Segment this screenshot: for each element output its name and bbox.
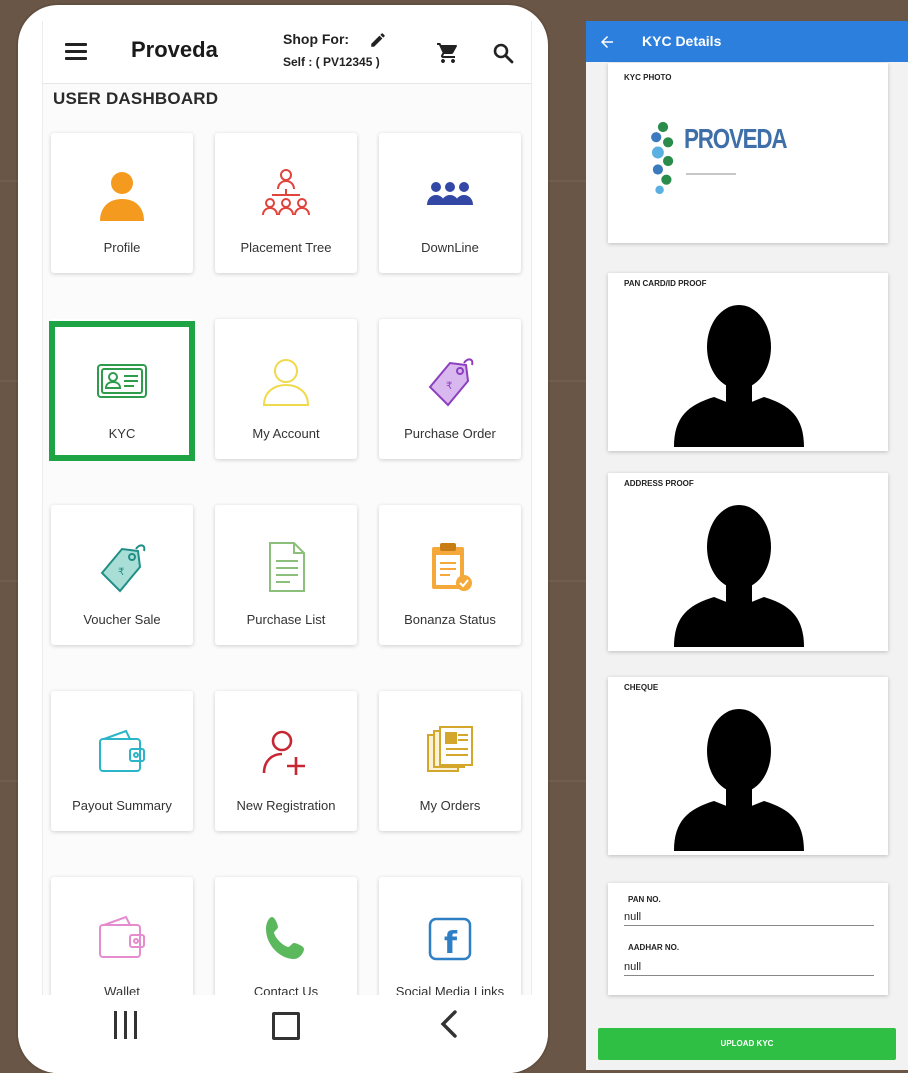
- phone-icon: [266, 917, 304, 959]
- shop-for-user[interactable]: Self : ( PV12345 ): [283, 55, 380, 69]
- hamburger-menu-icon[interactable]: [65, 43, 87, 60]
- placeholder-person-icon: [674, 305, 804, 447]
- tile-bonanza-status[interactable]: Bonanza Status: [379, 505, 521, 645]
- tile-kyc[interactable]: KYC: [51, 319, 193, 459]
- tile-placement-tree[interactable]: Placement Tree: [215, 133, 357, 273]
- tile-downline[interactable]: DownLine: [379, 133, 521, 273]
- tile-profile[interactable]: Profile: [51, 133, 193, 273]
- tile-payout-summary[interactable]: Payout Summary: [51, 691, 193, 831]
- tile-voucher-sale[interactable]: ₹ Voucher Sale: [51, 505, 193, 645]
- kyc-photo-label[interactable]: KYC PHOTO: [624, 73, 671, 82]
- address-proof-card[interactable]: ADDRESS PROOF: [608, 473, 888, 651]
- wallet-icon: [99, 915, 145, 958]
- tile-label: Purchase List: [246, 612, 326, 627]
- svg-text:₹: ₹: [118, 567, 124, 578]
- add-user-icon: [262, 730, 305, 775]
- aadhar-no-field[interactable]: null: [624, 961, 874, 976]
- profile-icon: [100, 172, 144, 221]
- address-proof-label: ADDRESS PROOF: [624, 479, 694, 488]
- kyc-numbers-card: PAN NO. null AADHAR NO. null: [608, 883, 888, 995]
- downline-icon: [427, 182, 473, 205]
- home-icon[interactable]: [272, 1012, 300, 1040]
- tile-label: Payout Summary: [72, 798, 172, 813]
- phone-frame: Proveda Shop For: Self : ( PV12345 ) USE…: [18, 5, 548, 1073]
- svg-text:₹: ₹: [446, 381, 452, 392]
- tile-purchase-list[interactable]: Purchase List: [215, 505, 357, 645]
- account-icon: [262, 359, 310, 406]
- pan-no-label: PAN NO.: [628, 895, 661, 904]
- kyc-title: KYC Details: [642, 33, 722, 49]
- tile-label: My Orders: [419, 798, 481, 813]
- tile-label: Bonanza Status: [404, 612, 496, 627]
- logo-leaf-icon: [651, 121, 674, 195]
- back-chevron-icon[interactable]: [438, 1009, 460, 1039]
- tile-label: My Account: [252, 426, 320, 441]
- system-navigation-bar: [18, 995, 548, 1073]
- svg-text:f: f: [444, 926, 458, 961]
- pan-proof-card[interactable]: PAN CARD/ID PROOF: [608, 273, 888, 451]
- dashboard-title: USER DASHBOARD: [53, 89, 219, 108]
- tile-label: Placement Tree: [240, 240, 332, 255]
- cheque-card[interactable]: CHEQUE: [608, 677, 888, 855]
- cheque-label: CHEQUE: [624, 683, 659, 692]
- tile-purchase-order[interactable]: ₹ Purchase Order: [379, 319, 521, 459]
- kyc-app-bar: KYC Details: [586, 21, 908, 62]
- aadhar-no-label: AADHAR NO.: [628, 943, 680, 952]
- pan-proof-label: PAN CARD/ID PROOF: [624, 279, 707, 288]
- placement-tree-icon: [262, 169, 310, 216]
- app-title: Proveda: [131, 37, 218, 62]
- back-arrow-icon[interactable]: [598, 33, 616, 51]
- cart-icon[interactable]: [435, 41, 461, 65]
- tile-my-account[interactable]: My Account: [215, 319, 357, 459]
- tile-label: New Registration: [236, 798, 336, 813]
- tile-label: Profile: [103, 240, 141, 255]
- search-icon[interactable]: [491, 41, 515, 65]
- tile-wallet[interactable]: Wallet: [51, 877, 193, 996]
- voucher-tag-icon: ₹: [100, 544, 146, 593]
- kyc-details-screen: KYC Details KYC PHOTO PROVEDA PAN CARD/I…: [586, 21, 908, 1070]
- pan-no-field[interactable]: null: [624, 911, 874, 926]
- tile-contact-us[interactable]: Contact Us: [215, 877, 357, 996]
- facebook-icon: f: [428, 917, 472, 961]
- tile-label: DownLine: [421, 240, 479, 255]
- upload-kyc-button[interactable]: UPLOAD KYC: [598, 1028, 896, 1060]
- kyc-photo-card: KYC PHOTO PROVEDA: [608, 63, 888, 243]
- document-list-icon: [269, 542, 305, 592]
- clipboard-check-icon: [432, 543, 472, 591]
- kyc-card-icon: [97, 364, 147, 398]
- logo-text: PROVEDA: [684, 123, 788, 154]
- pencil-edit-icon[interactable]: [369, 31, 387, 49]
- tile-social-media-links[interactable]: f Social Media Links: [379, 877, 521, 996]
- placeholder-person-icon: [674, 505, 804, 647]
- tile-new-registration[interactable]: New Registration: [215, 691, 357, 831]
- tile-label: Purchase Order: [404, 426, 496, 441]
- shop-for-label: Shop For:: [283, 31, 350, 47]
- orders-icon: [427, 726, 473, 772]
- tile-label: Voucher Sale: [83, 612, 161, 627]
- price-tag-icon: ₹: [428, 358, 474, 407]
- placeholder-person-icon: [674, 709, 804, 851]
- wallet-icon: [99, 729, 145, 772]
- tile-label: KYC: [108, 426, 136, 441]
- app-bar: Proveda Shop For: Self : ( PV12345 ): [43, 21, 531, 84]
- company-logo: PROVEDA: [646, 107, 788, 207]
- dashboard-screen: Proveda Shop For: Self : ( PV12345 ) USE…: [42, 21, 532, 996]
- recent-apps-icon[interactable]: [114, 1011, 140, 1041]
- tile-my-orders[interactable]: My Orders: [379, 691, 521, 831]
